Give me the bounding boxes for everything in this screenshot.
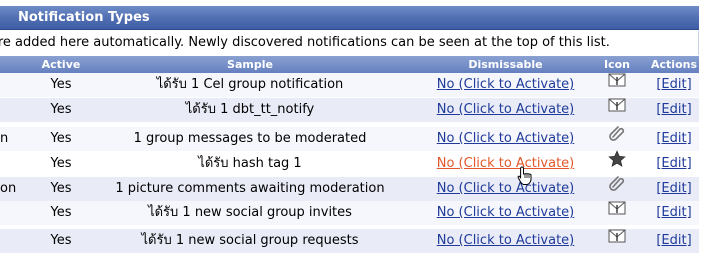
edit-link[interactable]: [Edit]: [656, 181, 691, 196]
table-row: on Yes 1 picture comments awaiting moder…: [0, 175, 699, 202]
paperclip-icon: [609, 175, 625, 200]
edit-link[interactable]: [Edit]: [656, 131, 691, 146]
table-row: Yes ได้รับ 1 Cel group notification No (…: [0, 73, 699, 98]
edit-link[interactable]: [Edit]: [656, 205, 691, 220]
envelope-icon: [608, 200, 626, 224]
col-header-actions: Actions: [651, 58, 697, 71]
panel-description-text: ypes are added here automatically. Newly…: [0, 35, 610, 50]
row-sample: ได้รับ 1 new social group requests: [141, 233, 359, 248]
row-sample: 1 group messages to be moderated: [133, 131, 367, 146]
edit-link[interactable]: [Edit]: [656, 77, 691, 92]
row-active: Yes: [50, 233, 72, 248]
star-icon: [608, 150, 626, 176]
envelope-icon: [608, 228, 626, 252]
table-row: Yes ได้รับ hash tag 1 No (Click to Activ…: [0, 150, 699, 177]
envelope-icon: [608, 97, 626, 121]
column-header-row: Active Sample Dismissable Icon Actions: [0, 56, 699, 73]
row-active: Yes: [50, 77, 72, 92]
dismissable-toggle-link[interactable]: No (Click to Activate): [437, 102, 575, 117]
col-header-dismissable: Dismissable: [468, 58, 543, 71]
row-sample: ได้รับ 1 new social group invites: [148, 205, 352, 220]
row-name: on: [0, 181, 17, 196]
hand-cursor-icon: [517, 166, 533, 190]
table-row: n Yes 1 group messages to be moderated N…: [0, 125, 699, 152]
row-active: Yes: [50, 205, 72, 220]
col-header-icon: Icon: [603, 58, 630, 71]
edit-link[interactable]: [Edit]: [656, 233, 691, 248]
row-name: n: [0, 131, 9, 146]
panel-description: ypes are added here automatically. Newly…: [0, 31, 699, 55]
col-header-sample: Sample: [227, 58, 273, 71]
dismissable-toggle-link[interactable]: No (Click to Activate): [437, 205, 575, 220]
row-active: Yes: [50, 181, 72, 196]
panel-title: Notification Types: [0, 6, 699, 30]
row-sample: ได้รับ hash tag 1: [198, 156, 302, 171]
table-row: Yes ได้รับ 1 new social group invites No…: [0, 201, 699, 226]
dismissable-toggle-link[interactable]: No (Click to Activate): [437, 181, 575, 196]
paperclip-icon: [609, 125, 625, 150]
row-sample: ได้รับ 1 dbt_tt_notify: [185, 102, 315, 117]
col-header-active: Active: [41, 58, 81, 71]
table-row: Yes ได้รับ 1 dbt_tt_notify No (Click to …: [0, 98, 699, 123]
row-active: Yes: [50, 102, 72, 117]
edit-link[interactable]: [Edit]: [656, 102, 691, 117]
edit-link[interactable]: [Edit]: [656, 156, 691, 171]
dismissable-toggle-link[interactable]: No (Click to Activate): [437, 156, 575, 171]
row-sample: 1 picture comments awaiting moderation: [115, 181, 385, 196]
envelope-icon: [608, 72, 626, 96]
row-active: Yes: [50, 131, 72, 146]
dismissable-toggle-link[interactable]: No (Click to Activate): [437, 233, 575, 248]
row-active: Yes: [50, 156, 72, 171]
row-sample: ได้รับ 1 Cel group notification: [156, 77, 344, 92]
table-row: Yes ได้รับ 1 new social group requests N…: [0, 229, 699, 254]
dismissable-toggle-link[interactable]: No (Click to Activate): [437, 131, 575, 146]
dismissable-toggle-link[interactable]: No (Click to Activate): [437, 77, 575, 92]
